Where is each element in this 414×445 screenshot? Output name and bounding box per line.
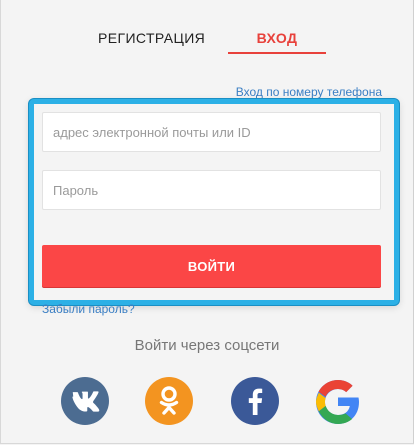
- login-button[interactable]: ВОЙТИ: [42, 245, 381, 287]
- email-field[interactable]: [42, 112, 381, 152]
- tab-register[interactable]: РЕГИСТРАЦИЯ: [98, 30, 205, 46]
- social-login-row: [0, 377, 414, 427]
- auth-tabs: РЕГИСТРАЦИЯ ВХОД: [0, 30, 414, 54]
- phone-login-link[interactable]: Вход по номеру телефона: [236, 85, 382, 99]
- facebook-icon[interactable]: [231, 377, 279, 425]
- odnoklassniki-icon[interactable]: [145, 377, 193, 425]
- login-form: ВОЙТИ: [29, 99, 399, 305]
- password-field[interactable]: [42, 170, 381, 210]
- forgot-password-link[interactable]: Забыли пароль?: [42, 302, 135, 316]
- google-icon[interactable]: [314, 377, 362, 425]
- social-login-title: Войти через соцсети: [134, 337, 280, 354]
- tab-login[interactable]: ВХОД: [228, 30, 326, 54]
- vk-icon[interactable]: [61, 377, 109, 425]
